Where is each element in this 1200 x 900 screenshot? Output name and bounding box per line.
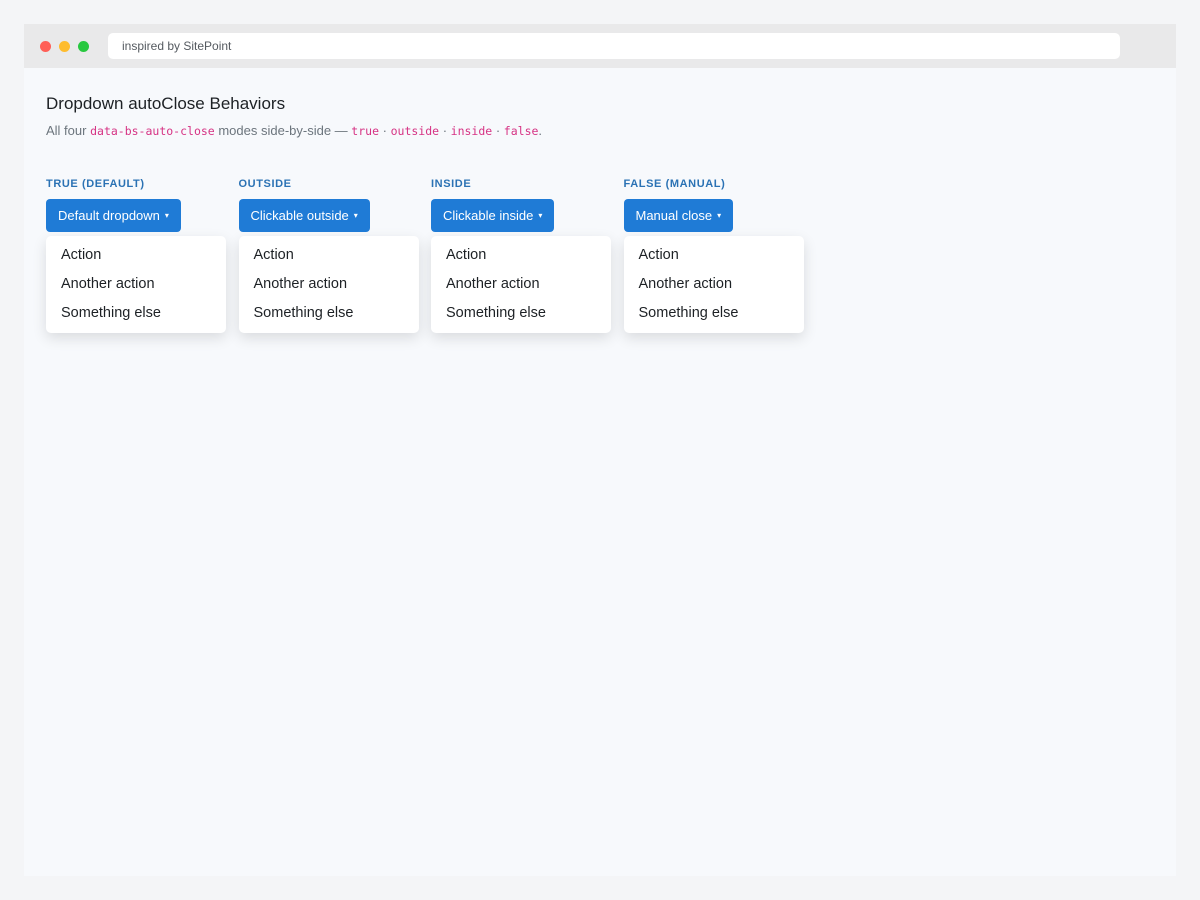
dropdown-menu: Action Another action Something else [623,236,804,333]
default-dropdown-button[interactable]: Default dropdown ▾ [46,199,181,232]
caret-down-icon: ▾ [353,211,358,220]
clickable-outside-button[interactable]: Clickable outside ▾ [238,199,370,232]
button-label: Default dropdown [58,208,160,223]
manual-close-button[interactable]: Manual close ▾ [623,199,734,232]
subtitle-mode-outside: outside [390,124,440,138]
close-window-icon[interactable] [40,40,51,52]
subtitle-mode-inside: inside [450,124,493,138]
subtitle-separator: · [495,123,501,138]
group-label: FALSE (MANUAL) [623,178,726,190]
dropdown-group-true: TRUE (DEFAULT) Default dropdown ▾ Action … [46,178,226,333]
dropdown-group-false: FALSE (MANUAL) Manual close ▾ Action Anot… [623,178,804,333]
browser-titlebar: inspired by SitePoint [24,24,1176,68]
browser-window: inspired by SitePoint Dropdown autoClose… [24,24,1176,876]
address-bar[interactable]: inspired by SitePoint [108,33,1120,59]
menu-item-something-else[interactable]: Something else [624,299,804,328]
subtitle-mode-false: false [503,124,539,138]
menu-item-another-action[interactable]: Another action [431,270,611,299]
subtitle-prefix: All four [46,123,87,138]
menu-item-action[interactable]: Action [431,241,611,270]
dropdown-menu: Action Another action Something else [46,236,226,333]
menu-item-another-action[interactable]: Another action [624,270,804,299]
subtitle-mode-true: true [351,124,379,138]
address-text: inspired by SitePoint [122,39,232,53]
clickable-inside-button[interactable]: Clickable inside ▾ [431,199,555,232]
page-subtitle: All four data-bs-auto-close modes side-b… [46,123,1154,139]
subtitle-suffix: . [538,123,543,138]
menu-item-another-action[interactable]: Another action [46,270,226,299]
button-label: Manual close [635,208,713,223]
menu-item-action[interactable]: Action [624,241,804,270]
caret-down-icon: ▾ [538,211,543,220]
maximize-window-icon[interactable] [78,40,89,52]
dropdown-groups: TRUE (DEFAULT) Default dropdown ▾ Action … [46,178,1154,333]
menu-item-another-action[interactable]: Another action [239,270,419,299]
caret-down-icon: ▾ [717,211,722,220]
menu-item-action[interactable]: Action [46,241,226,270]
page-title: Dropdown autoClose Behaviors [46,94,286,113]
dropdown-menu: Action Another action Something else [238,236,419,333]
minimize-window-icon[interactable] [59,40,70,52]
page-content: Dropdown autoClose Behaviors All four da… [24,68,1176,333]
button-label: Clickable outside [250,208,349,223]
group-label: INSIDE [431,178,472,190]
group-label: OUTSIDE [238,178,292,190]
caret-down-icon: ▾ [164,211,169,220]
subtitle-middle: modes side-by-side — [218,123,348,138]
subtitle-attr-code: data-bs-auto-close [90,124,215,138]
dropdown-group-inside: INSIDE Clickable inside ▾ Action Another … [431,178,611,333]
dropdown-menu: Action Another action Something else [431,236,611,333]
menu-item-something-else[interactable]: Something else [46,299,226,328]
subtitle-separator: · [442,123,448,138]
menu-item-something-else[interactable]: Something else [431,299,611,328]
menu-item-something-else[interactable]: Something else [239,299,419,328]
button-label: Clickable inside [443,208,534,223]
dropdown-group-outside: OUTSIDE Clickable outside ▾ Action Anothe… [238,178,419,333]
subtitle-separator: · [382,123,387,138]
group-label: TRUE (DEFAULT) [46,178,145,190]
menu-item-action[interactable]: Action [239,241,419,270]
